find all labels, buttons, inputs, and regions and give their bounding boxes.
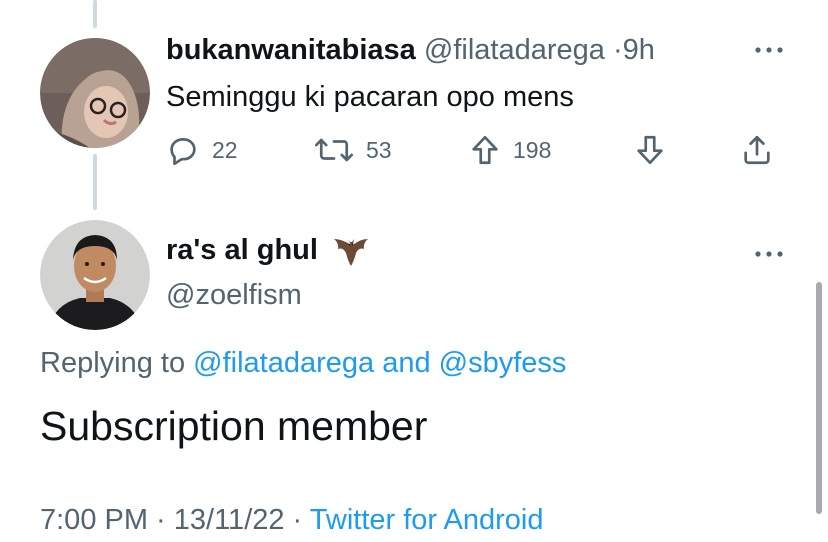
downvote-button[interactable]	[634, 124, 666, 176]
down-arrow-icon	[634, 133, 666, 167]
bat-icon	[332, 231, 370, 269]
reply-count: 22	[212, 137, 238, 164]
retweet-count: 53	[366, 137, 392, 164]
reply-icon	[166, 133, 200, 167]
tweet-timestamp: 7:00 PM · 13/11/22 · Twitter for Android	[40, 498, 543, 542]
tweet-actions: 22 53 198	[160, 124, 800, 176]
replying-and[interactable]: and	[382, 347, 430, 379]
source-app-link[interactable]: Twitter for Android	[310, 504, 544, 536]
up-arrow-icon	[469, 133, 501, 167]
thread-line-middle	[93, 154, 97, 210]
display-name[interactable]: bukanwanitabiasa	[166, 34, 416, 66]
more-options-icon[interactable]	[751, 40, 787, 60]
upvote-button[interactable]: 198	[469, 124, 551, 176]
display-name[interactable]: ra's al ghul	[166, 228, 318, 272]
share-icon	[740, 133, 774, 167]
tweet-time[interactable]: 9h	[623, 34, 655, 66]
timestamp[interactable]: 7:00 PM · 13/11/22 ·	[40, 504, 302, 536]
reply-button[interactable]: 22	[166, 124, 238, 176]
thread-line-top	[93, 0, 97, 28]
tweet-text: Subscription member	[40, 398, 427, 454]
upvote-count: 198	[513, 137, 551, 164]
replying-prefix: Replying to	[40, 347, 185, 379]
username[interactable]: @zoelfism	[166, 273, 302, 317]
author-name-row: ra's al ghul	[166, 228, 370, 272]
tweet-text: Seminggu ki pacaran opo mens	[166, 74, 574, 120]
more-options-icon[interactable]	[751, 244, 787, 264]
mention-link[interactable]: @filatadarega	[193, 347, 374, 379]
username[interactable]: @filatadarega	[424, 34, 605, 66]
scrollbar[interactable]	[816, 282, 822, 514]
mention-link[interactable]: @sbyfess	[439, 347, 567, 379]
replying-to: Replying to @filatadarega and @sbyfess	[40, 340, 566, 386]
retweet-icon	[314, 133, 354, 167]
separator: ·	[613, 34, 623, 66]
share-button[interactable]	[740, 124, 774, 176]
avatar[interactable]	[40, 220, 150, 330]
tweet-header: bukanwanitabiasa @filatadarega ·9h	[166, 28, 655, 72]
avatar[interactable]	[40, 38, 150, 148]
retweet-button[interactable]: 53	[314, 124, 392, 176]
